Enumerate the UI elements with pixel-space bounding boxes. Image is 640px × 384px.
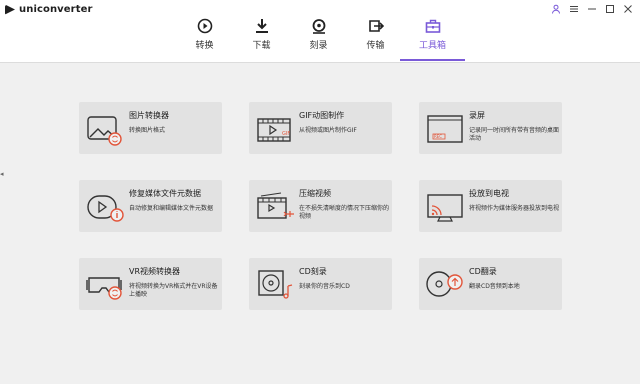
convert-icon	[197, 18, 212, 34]
app-logo: uniconverter	[5, 4, 93, 15]
menu-icon[interactable]	[568, 3, 580, 15]
close-icon[interactable]	[622, 3, 634, 15]
left-edge-marker: ◂	[0, 170, 4, 178]
vr-converter-icon	[86, 277, 122, 300]
toolbox-icon	[425, 19, 440, 33]
tab-convert[interactable]: 转换	[176, 14, 233, 61]
compress-video-icon	[257, 192, 294, 219]
tab-burn[interactable]: 刻录	[290, 14, 347, 61]
cd-ripper-icon	[426, 271, 463, 297]
tool-description: 从视频或图片制作GIF	[299, 127, 357, 134]
tool-title: GIF动图制作	[299, 111, 345, 120]
tab-label: 工具箱	[418, 41, 446, 51]
image-converter-icon	[87, 116, 122, 146]
tool-image-converter[interactable]: 图片转换器 转换图片格式	[79, 102, 222, 154]
tool-description: 翻录CD音频到本地	[469, 283, 520, 290]
gif-maker-icon: GIF	[257, 118, 291, 142]
tool-cast-to-tv[interactable]: 投放到电视 将视频作为媒体服务器投放到电视	[419, 180, 562, 232]
tool-title: CD刻录	[299, 267, 327, 276]
tab-transfer[interactable]: 传输	[347, 14, 404, 61]
tool-description: 转换图片格式	[129, 127, 166, 134]
tab-label: 刻录	[309, 41, 328, 51]
tool-compress-video[interactable]: 压缩视频 在不损失清晰度的情况下压缩你的视频	[249, 180, 392, 232]
logo-icon	[5, 4, 15, 15]
user-icon[interactable]	[550, 3, 562, 15]
download-icon	[255, 19, 268, 33]
app-name: uniconverter	[19, 4, 93, 15]
burn-icon	[312, 19, 325, 34]
tool-cd-burner[interactable]: CD刻录 刻录你的音乐到CD	[249, 258, 392, 310]
fix-metadata-icon	[87, 195, 124, 222]
tool-title: VR视频转换器	[129, 267, 181, 276]
screen-recorder-icon: REC	[427, 115, 463, 143]
tool-title: 修复媒体文件元数据	[129, 189, 201, 198]
tool-description: 在不损失清晰度的情况下压缩你的视频	[299, 205, 390, 220]
transfer-icon	[368, 20, 384, 32]
tool-title: CD翻录	[469, 267, 497, 276]
tool-description: 记录同一时间所有带有音频的桌面活动	[469, 127, 560, 142]
tab-label: 转换	[195, 41, 214, 51]
app-header: uniconverter 转换 下载 刻录 传输 工具箱	[0, 0, 640, 63]
main-nav: 转换 下载 刻录 传输 工具箱	[176, 14, 465, 61]
tool-cd-ripper[interactable]: CD翻录 翻录CD音频到本地	[419, 258, 562, 310]
tab-label: 下载	[252, 41, 271, 51]
tool-description: 将视频作为媒体服务器投放到电视	[469, 205, 560, 212]
tab-download[interactable]: 下载	[233, 14, 290, 61]
cd-burner-icon	[258, 270, 293, 299]
maximize-icon[interactable]	[604, 3, 616, 15]
tool-title: 投放到电视	[469, 189, 509, 198]
tool-description: 刻录你的音乐到CD	[299, 283, 350, 290]
tool-fix-metadata[interactable]: 修复媒体文件元数据 自动修复和编辑媒体文件元数据	[79, 180, 222, 232]
svg-text:GIF: GIF	[282, 131, 290, 137]
tool-vr-converter[interactable]: VR视频转换器 将视频转换为VR格式并在VR设备上播映	[79, 258, 222, 310]
tool-screen-recorder[interactable]: REC 录屏 记录同一时间所有带有音频的桌面活动	[419, 102, 562, 154]
minimize-icon[interactable]	[586, 3, 598, 15]
tool-description: 将视频转换为VR格式并在VR设备上播映	[129, 283, 218, 298]
svg-text:REC: REC	[434, 134, 442, 139]
tool-gif-maker[interactable]: GIF GIF动图制作 从视频或图片制作GIF	[249, 102, 392, 154]
window-controls	[550, 3, 634, 15]
cast-to-tv-icon	[427, 194, 463, 222]
tool-title: 压缩视频	[299, 189, 331, 198]
tool-title: 录屏	[469, 111, 485, 120]
tool-description: 自动修复和编辑媒体文件元数据	[129, 205, 214, 212]
tool-title: 图片转换器	[129, 111, 169, 120]
tab-toolbox[interactable]: 工具箱	[400, 14, 465, 61]
tab-label: 传输	[366, 41, 385, 51]
